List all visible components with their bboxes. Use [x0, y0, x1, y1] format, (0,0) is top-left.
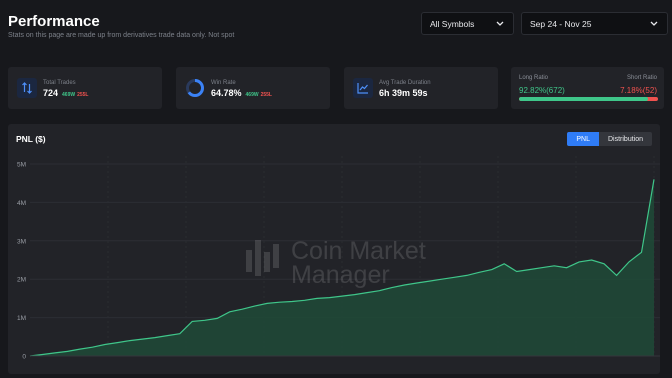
short-ratio-value: 7.18%(52): [620, 86, 657, 95]
y-tick-label: 1M: [17, 315, 26, 322]
win-rate-card: Win Rate 64.78% 469W 255L: [176, 67, 330, 109]
symbol-select-value: All Symbols: [430, 18, 475, 29]
y-tick-label: 5M: [17, 162, 26, 169]
win-rate-wins: 469W: [245, 92, 259, 98]
chart-line-icon: [353, 78, 373, 98]
date-range-value: Sep 24 - Nov 25: [530, 18, 592, 29]
long-ratio-fill: [519, 97, 649, 101]
win-rate-losses: 255L: [260, 92, 272, 98]
y-tick-label: 0: [22, 354, 26, 361]
symbol-select[interactable]: All Symbols: [421, 12, 514, 35]
pnl-chart-panel: PNL ($) PNL Distribution Coin Market Man…: [8, 124, 660, 374]
win-rate-value: 64.78%: [211, 88, 242, 98]
long-short-ratio-bar: [519, 97, 658, 101]
long-ratio-value: 92.82%(672): [519, 86, 565, 95]
total-trades-value-row: 724 469W 255L: [43, 88, 89, 98]
coinmarketmanager-logo-icon: [246, 240, 279, 276]
watermark: Coin Market Manager: [246, 237, 426, 289]
total-trades-wins: 469W: [62, 92, 76, 98]
y-tick-label: 3M: [17, 238, 26, 245]
win-rate-label: Win Rate: [211, 80, 236, 86]
long-short-ratio-card: Long Ratio Short Ratio 92.82%(672) 7.18%…: [511, 67, 664, 109]
date-range-select[interactable]: Sep 24 - Nov 25: [521, 12, 668, 35]
y-axis-ticks: 0 1M 2M 3M 4M 5M: [17, 162, 26, 361]
total-trades-label: Total Trades: [43, 80, 76, 86]
avg-duration-label: Avg Trade Duration: [379, 80, 431, 86]
pnl-chart: Coin Market Manager 0 1M 2M 3M 4M 5M: [17, 156, 660, 361]
win-rate-value-row: 64.78% 469W 255L: [211, 88, 272, 98]
page-title: Performance: [8, 13, 100, 30]
donut-icon: [185, 78, 205, 98]
arrows-updown-icon: [17, 78, 37, 98]
watermark-line-2: Manager: [291, 261, 390, 289]
y-tick-label: 4M: [17, 200, 26, 207]
long-ratio-label: Long Ratio: [519, 75, 549, 81]
short-ratio-label: Short Ratio: [626, 75, 657, 81]
chevron-down-icon: [496, 21, 504, 26]
page-subtitle: Stats on this page are made up from deri…: [8, 32, 235, 39]
chevron-down-icon: [650, 21, 658, 26]
total-trades-card: Total Trades 724 469W 255L: [8, 67, 162, 109]
avg-duration-card: Avg Trade Duration 6h 39m 59s: [344, 67, 498, 109]
total-trades-value: 724: [43, 88, 59, 98]
total-trades-losses: 255L: [77, 92, 89, 98]
avg-duration-value: 6h 39m 59s: [379, 88, 428, 98]
y-tick-label: 2M: [17, 277, 26, 284]
